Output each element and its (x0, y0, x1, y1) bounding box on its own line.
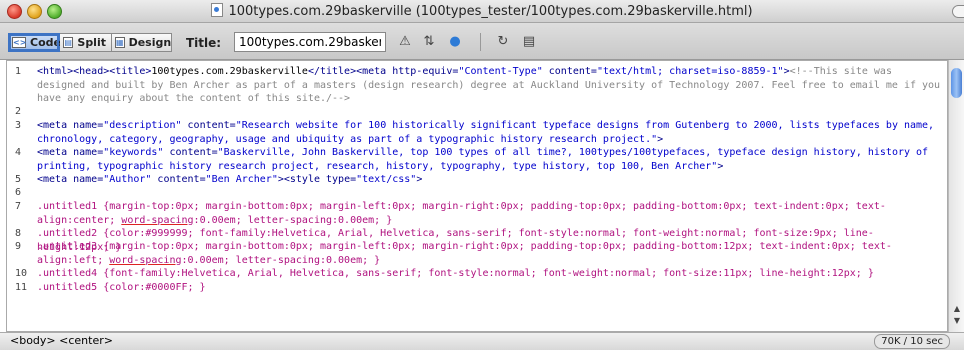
html-tag: content= (163, 147, 218, 158)
html-tag: content= (151, 174, 206, 185)
vertical-scrollbar[interactable]: ▲ ▼ (948, 60, 964, 332)
attr-value: "Ben Archer" (205, 174, 278, 185)
code-line-10: .untitled4 {font-family:Helvetica, Arial… (37, 268, 874, 279)
code-view-label: Code (30, 36, 61, 49)
html-tag: content= (181, 120, 236, 131)
attr-value: "keywords" (103, 147, 164, 158)
scroll-down-arrow-icon[interactable]: ▼ (952, 316, 962, 326)
line-number: 10 (15, 268, 28, 279)
code-line-11: .untitled5 {color:#0000FF; } (37, 282, 206, 293)
line-number: 11 (15, 282, 28, 293)
browser-check-icon[interactable]: ⚠ (396, 34, 414, 50)
line-number: 8 (15, 228, 22, 239)
css-property-flagged: word-spacing (109, 254, 182, 266)
file-management-icon[interactable]: ⇅ (420, 34, 438, 50)
code-line-7: .untitled1 {margin-top:0px; margin-botto… (37, 200, 942, 227)
line-number: 3 (15, 120, 22, 131)
document-icon (211, 3, 224, 17)
code-view-icon: <> (12, 37, 27, 48)
status-bar: <body> <center> 70K / 10 sec (0, 332, 964, 350)
scrollbar-thumb[interactable] (951, 68, 962, 98)
attr-value: "Content-Type" (458, 66, 543, 77)
scroll-up-arrow-icon[interactable]: ▲ (952, 304, 962, 314)
editor-window: 100types.com.29baskerville (100types_tes… (0, 0, 964, 350)
title-bar: 100types.com.29baskerville (100types_tes… (0, 0, 964, 23)
line-number: 1 (15, 66, 22, 77)
html-tag: <meta name= (37, 147, 104, 158)
html-tag: ><style type= (277, 174, 357, 185)
refresh-icon[interactable]: ↻ (494, 34, 512, 50)
code-line-4: <meta name="keywords" content="Baskervil… (37, 146, 942, 173)
line-number: 4 (15, 147, 22, 158)
view-options-icon[interactable]: ▤ (520, 34, 538, 50)
attr-value: "text/html; charset=iso-8859-1" (596, 66, 784, 77)
split-view-icon: ▤ (63, 37, 74, 48)
css-property-flagged: word-spacing (121, 214, 194, 226)
line-number: 5 (15, 174, 22, 185)
tag-selector[interactable]: <body> <center> (10, 334, 113, 347)
design-view-button[interactable]: ▦ Design (112, 33, 172, 52)
line-number: 2 (15, 106, 22, 117)
attr-value: "Author" (103, 174, 152, 185)
line-number: 6 (15, 187, 22, 198)
code-line-3: <meta name="description" content="Resear… (37, 119, 942, 146)
line-number: 9 (15, 241, 22, 252)
download-size-indicator: 70K / 10 sec (874, 334, 950, 349)
css-rule: :0.00em; letter-spacing:0.00em; } (193, 214, 393, 226)
window-title: 100types.com.29baskerville (100types_tes… (228, 4, 753, 19)
title-text: 100types.com.29baskerville (151, 66, 308, 77)
attr-value: "text/css" (356, 174, 417, 185)
title-label: Title: (186, 36, 222, 50)
html-tag: <meta name= (37, 120, 104, 131)
design-view-label: Design (128, 36, 172, 49)
attr-value: "description" (103, 120, 182, 131)
document-toolbar: <>Code ▤Split ▦Design Title: ⚠ ⇅ ● ↻ ▤ (0, 23, 964, 60)
toolbar-separator (480, 33, 481, 51)
preview-in-browser-icon[interactable]: ● (446, 34, 464, 50)
html-tag: </title><meta http-equiv= (307, 66, 459, 77)
html-tag: <meta name= (37, 174, 104, 185)
split-view-button[interactable]: ▤ Split (60, 33, 112, 52)
html-tag: > (416, 174, 423, 185)
code-editor[interactable]: 1 2 3 4 5 6 7 8 9 10 11 <html><head><tit… (6, 60, 948, 332)
page-title-input[interactable] (234, 32, 386, 52)
toolbar-toggle-button[interactable] (952, 5, 964, 18)
html-tag: <html><head><title> (37, 66, 152, 77)
code-line-1: <html><head><title>100types.com.29basker… (37, 65, 942, 106)
html-tag: > (657, 133, 664, 145)
code-line-5: <meta name="Author" content="Ben Archer"… (37, 173, 942, 187)
window-title-wrap: 100types.com.29baskerville (100types_tes… (0, 3, 964, 19)
code-line-9: .untitled3 {margin-top:0px; margin-botto… (37, 240, 942, 267)
design-view-icon: ▦ (115, 37, 125, 48)
css-rule: :0.00em; letter-spacing:0.00em; } (181, 254, 381, 266)
html-tag: content= (542, 66, 597, 77)
code-view-button[interactable]: <> Code (8, 33, 61, 52)
split-view-label: Split (77, 36, 106, 49)
html-tag: > (717, 160, 724, 172)
line-number: 7 (15, 201, 22, 212)
